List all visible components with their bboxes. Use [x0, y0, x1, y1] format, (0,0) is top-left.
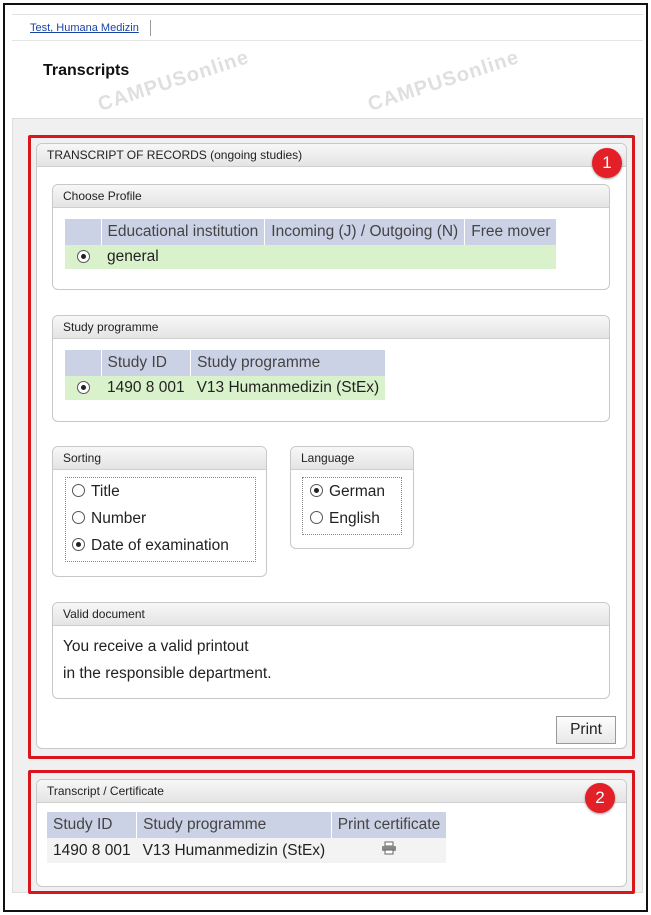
- annotation-badge-2: 2: [585, 783, 615, 813]
- header-divider: [12, 40, 643, 41]
- user-tab-link[interactable]: Test, Humana Medizin: [22, 20, 151, 36]
- highlight-box-1: [28, 135, 635, 759]
- annotation-badge-1: 1: [592, 148, 622, 178]
- highlight-box-2: [28, 770, 635, 894]
- page-title: Transcripts: [43, 62, 130, 79]
